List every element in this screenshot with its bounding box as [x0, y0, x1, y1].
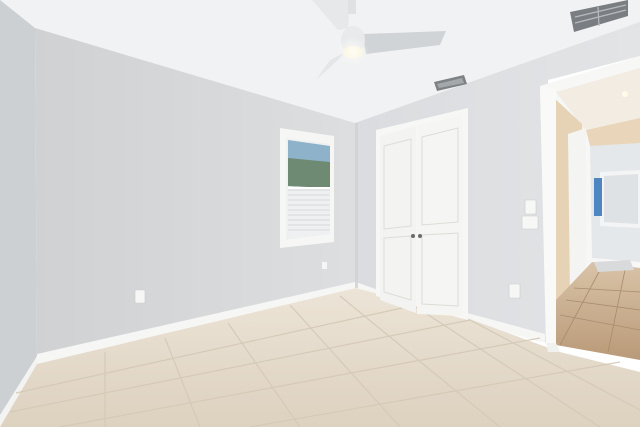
room-illustration — [0, 0, 640, 427]
wall-outlet-left — [134, 289, 146, 304]
empty-room-photo — [0, 0, 640, 427]
wall-outlet-small — [322, 262, 327, 269]
closet-double-doors — [376, 108, 468, 320]
left-side-wall — [0, 0, 37, 427]
wall-outlet-right — [508, 283, 521, 299]
window-with-shutters — [280, 128, 334, 248]
light-switch — [524, 199, 537, 215]
hallway-mat — [594, 260, 634, 272]
closet-door-right — [417, 114, 463, 316]
door-knob-right — [418, 234, 422, 238]
door-knob-left — [411, 234, 415, 238]
